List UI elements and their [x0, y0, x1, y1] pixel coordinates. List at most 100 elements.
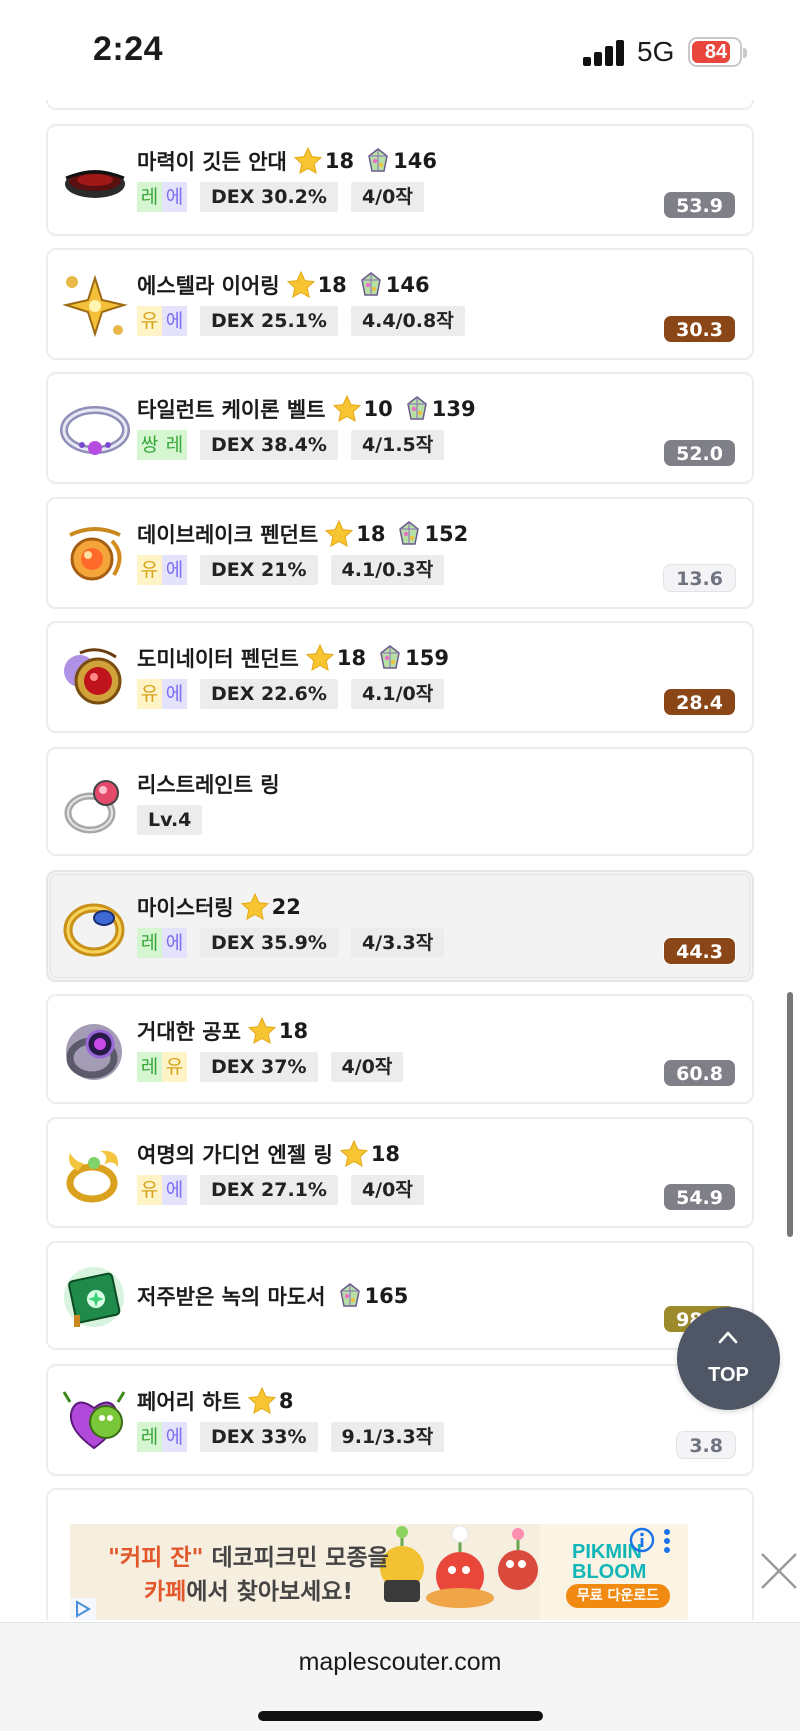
list-item[interactable]: 리스트레인트 링 Lv.4	[46, 747, 754, 856]
potential-grade-badge: 유에	[137, 306, 187, 336]
item-name-row: 데이브레이크 펜던트 18 152	[137, 517, 468, 551]
dominator-pendant-icon	[64, 648, 122, 705]
grade-char: 유	[137, 679, 162, 709]
item-name: 마력이 깃든 안대	[137, 150, 287, 174]
item-name: 거대한 공포	[137, 1020, 241, 1044]
scroll-top-label: TOP	[708, 1364, 749, 1386]
item-tag-row: 유 에 DEX 22.6% 4.1/0작	[137, 679, 445, 709]
status-bar: 2:24 5G 84	[0, 0, 800, 100]
more-vertical-icon[interactable]	[662, 1528, 672, 1554]
item-tag-row: 레 에 DEX 33% 9.1/3.3작	[137, 1422, 445, 1452]
close-icon[interactable]	[758, 1550, 800, 1592]
grade-char: 유	[162, 1052, 187, 1082]
grade-char: 레	[137, 182, 162, 212]
list-item[interactable]: 타일런트 케이론 벨트 10 139 쌍 레 DEX 38.4% 4/1.5작 52.0	[46, 372, 754, 484]
url-text[interactable]: maplescouter.com	[0, 1648, 800, 1677]
list-item[interactable]: 페어리 하트 8 레 에 DEX 33% 9.1/3.3작 3.8	[46, 1364, 754, 1476]
stat-chip: 9.1/3.3작	[330, 1422, 445, 1452]
home-indicator[interactable]	[258, 1711, 543, 1721]
eye-patch-icon	[65, 170, 125, 198]
stat-chip: 4/0작	[330, 1052, 404, 1082]
item-name-row: 타일런트 케이론 벨트 10 139	[137, 392, 476, 426]
ad-download-button[interactable]: 무료 다운로드	[566, 1584, 670, 1608]
star-icon	[339, 1139, 368, 1167]
gem-icon	[339, 1283, 360, 1307]
chevron-up-icon	[718, 1331, 738, 1344]
item-name: 에스텔라 이어링	[137, 274, 280, 298]
item-name: 타일런트 케이론 벨트	[137, 398, 326, 422]
score-badge: 53.9	[663, 191, 736, 219]
item-level-value: 159	[405, 646, 449, 670]
potential-grade-badge: 쌍레	[137, 430, 187, 460]
item-tag-row: 유 에 DEX 21% 4.1/0.3작	[137, 555, 445, 585]
star-icon	[240, 892, 269, 920]
potential-grade-badge: 유에	[137, 555, 187, 585]
browser-url-bar[interactable]: maplescouter.com	[0, 1622, 800, 1731]
info-icon[interactable]	[628, 1526, 656, 1554]
item-name-row: 도미네이터 펜던트 18 159	[137, 641, 449, 675]
item-name-row: 에스텔라 이어링 18 146	[137, 268, 430, 302]
adchoices-icon[interactable]	[70, 1598, 96, 1620]
stat-chip: DEX 25.1%	[200, 306, 338, 336]
battery-icon: 84	[688, 37, 747, 67]
item-level-value: 152	[424, 522, 469, 546]
stat-chip: 4/0작	[350, 1175, 424, 1205]
item-level-value: 146	[385, 273, 430, 297]
item-tag-row: Lv.4	[137, 805, 203, 835]
item-tag-row: 레 유 DEX 37% 4/0작	[137, 1052, 404, 1082]
item-name: 저주받은 녹의 마도서	[137, 1285, 326, 1309]
scrollbar[interactable]	[787, 992, 793, 1237]
star-icon	[247, 1386, 277, 1414]
stat-chip: 4.4/0.8작	[350, 306, 465, 336]
grade-char: 레	[162, 430, 187, 460]
star-icon	[247, 1016, 277, 1044]
star-icon	[286, 270, 315, 298]
list-item[interactable]: 마력이 깃든 안대 18 146 레 에 DEX 30.2% 4/0작 53.9	[46, 124, 754, 236]
item-name-row: 거대한 공포 18	[137, 1014, 308, 1048]
grade-char: 에	[162, 1422, 187, 1452]
ad-headline: "커피 잔" 데코피크민 모종을	[108, 1545, 389, 1571]
star-icon	[305, 643, 335, 671]
grade-char: 에	[162, 1175, 187, 1205]
score-badge: 30.3	[663, 315, 736, 343]
item-name-row: 페어리 하트 8	[137, 1384, 294, 1418]
list-item[interactable]: 저주받은 녹의 마도서16598.0	[46, 1241, 754, 1350]
potential-grade-badge: 레에	[137, 182, 187, 212]
grade-char: 에	[162, 306, 187, 336]
item-name-row: 마력이 깃든 안대 18 146	[137, 144, 437, 178]
starforce-value: 18	[356, 522, 386, 546]
list-item[interactable]: 여명의 가디언 엔젤 링 18 유 에 DEX 27.1% 4/0작 54.9	[46, 1117, 754, 1228]
list-item[interactable]: 거대한 공포 18 레 유 DEX 37% 4/0작 60.8	[46, 994, 754, 1104]
gem-icon	[360, 272, 381, 296]
stat-chip: DEX 35.9%	[200, 928, 338, 958]
grade-char: 유	[137, 306, 162, 336]
item-name: 도미네이터 펜던트	[137, 647, 299, 671]
score-badge: 28.4	[663, 688, 736, 716]
scroll-top-button[interactable]: TOP	[677, 1307, 780, 1410]
list-item[interactable]: 데이브레이크 펜던트 18 152 유 에 DEX 21% 4.1/0.3작 13.6	[46, 497, 754, 609]
list-item[interactable]: 에스텔라 이어링 18 146 유 에 DEX 25.1% 4.4/0.8작 30.3	[46, 248, 754, 360]
grade-char: 레	[137, 928, 162, 958]
grade-char: 에	[162, 679, 187, 709]
score-badge: 54.9	[663, 1183, 736, 1211]
ad-banner[interactable]: "커피 잔" 데코피크민 모종을 카페에서 찾아보세요! PIKMIN BLOO…	[70, 1524, 688, 1620]
stat-chip: DEX 30.2%	[200, 182, 338, 212]
fairy-heart-icon	[62, 1391, 126, 1450]
stat-chip: DEX 33%	[200, 1422, 318, 1452]
list-item[interactable]: 도미네이터 펜던트 18 159 유 에 DEX 22.6% 4.1/0작 28.4	[46, 621, 754, 733]
list-item[interactable]: 마이스터링 22 레 에 DEX 35.9% 4/3.3작 44.3	[46, 870, 754, 982]
grade-char: 쌍	[137, 430, 162, 460]
pendant-icon	[69, 527, 122, 581]
grade-char: 에	[162, 928, 187, 958]
item-tag-row: 레 에 DEX 35.9% 4/3.3작	[137, 928, 445, 958]
stat-chip: 4.1/0작	[350, 679, 445, 709]
starforce-value: 18	[336, 646, 367, 670]
item-tag-row: 유 에 DEX 25.1% 4.4/0.8작	[137, 306, 465, 336]
starforce-value: 10	[363, 397, 393, 421]
stat-chip: DEX 38.4%	[200, 430, 338, 460]
grade-char: 에	[162, 555, 187, 585]
item-name: 리스트레인트 링	[137, 773, 280, 797]
ad-subline: 카페에서 찾아보세요!	[144, 1579, 353, 1605]
angel-ring-icon	[66, 1150, 119, 1203]
stat-chip: 4.1/0.3작	[330, 555, 445, 585]
